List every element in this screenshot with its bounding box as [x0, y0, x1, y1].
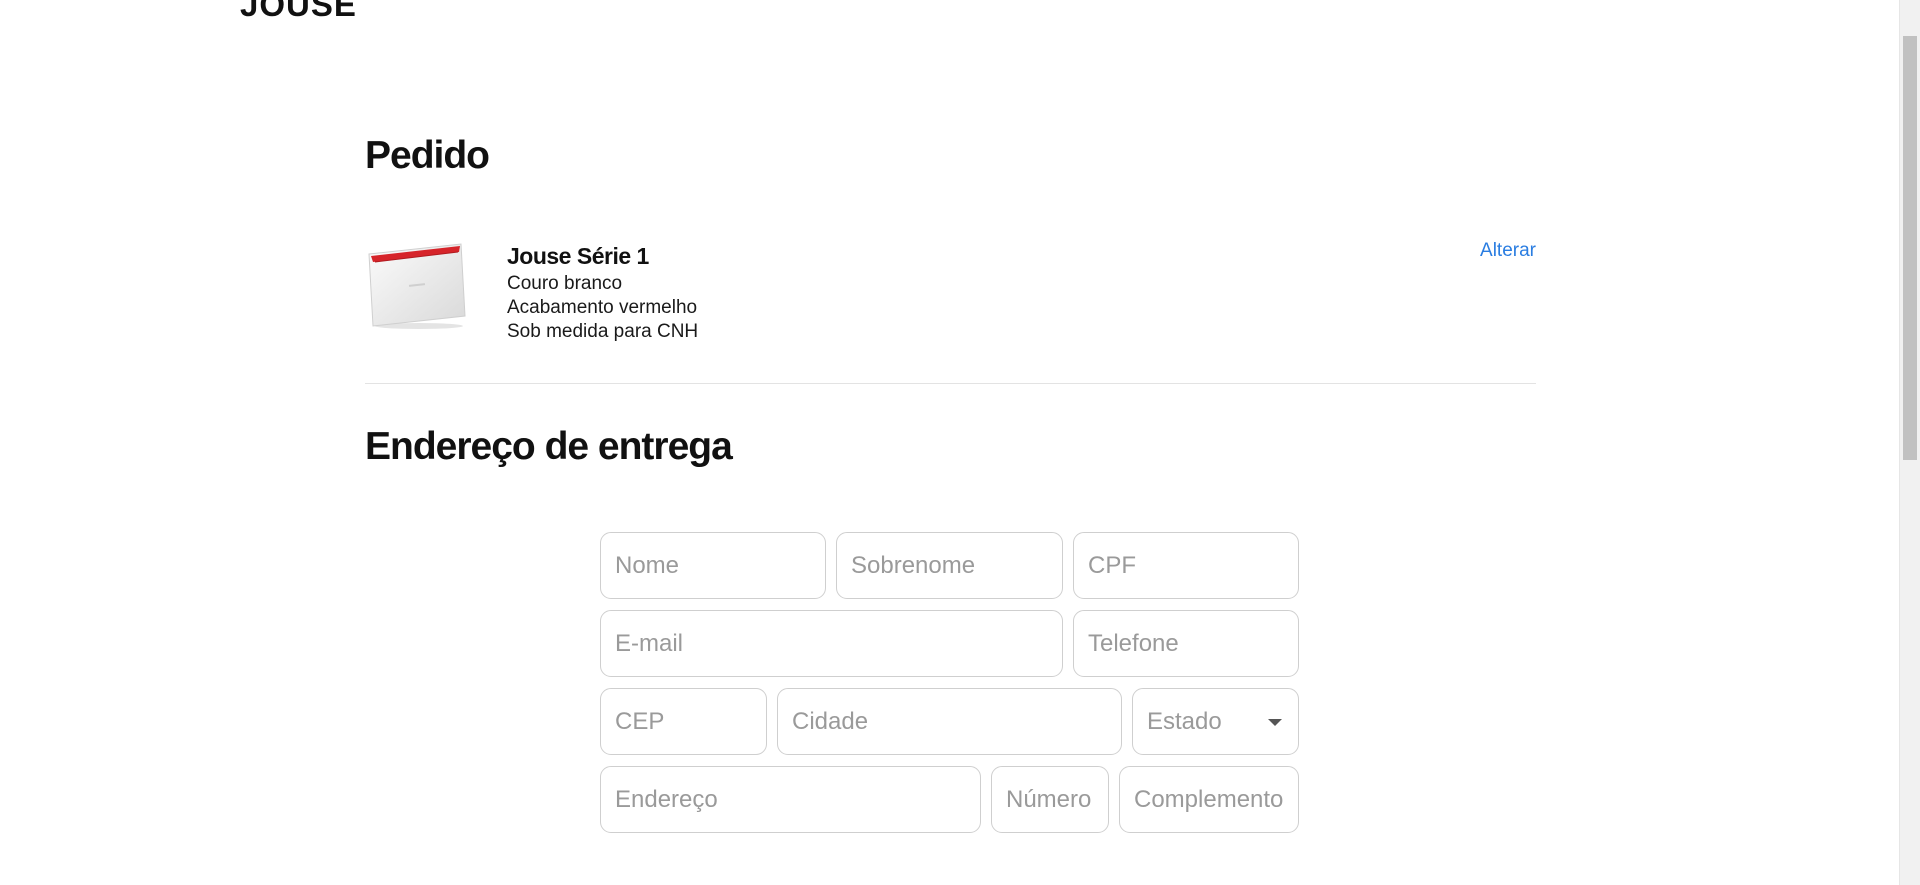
product-detail-size: Sob medida para CNH: [507, 321, 699, 342]
form-row-contact: [600, 610, 1300, 677]
last-name-input[interactable]: [836, 532, 1063, 599]
shipping-form: Estado: [600, 532, 1300, 844]
address-input[interactable]: [600, 766, 981, 833]
checkout-page: JOUSE Pedido Jouse Série 1 Couro branco …: [0, 0, 1900, 885]
order-title: Pedido: [365, 134, 490, 177]
number-input[interactable]: [991, 766, 1109, 833]
page-scrollbar[interactable]: [1899, 0, 1920, 885]
first-name-input[interactable]: [600, 532, 826, 599]
change-order-link[interactable]: Alterar: [1480, 240, 1536, 262]
product-detail-leather: Couro branco: [507, 273, 623, 294]
state-select[interactable]: Estado: [1132, 688, 1299, 755]
city-input[interactable]: [777, 688, 1122, 755]
order-item: Jouse Série 1 Couro branco Acabamento ve…: [365, 236, 1536, 342]
complement-input[interactable]: [1119, 766, 1299, 833]
scrollbar-thumb[interactable]: [1903, 36, 1917, 460]
form-row-address: [600, 766, 1300, 833]
section-divider: [365, 383, 1536, 384]
product-image: [368, 243, 466, 329]
shipping-title: Endereço de entrega: [365, 425, 733, 468]
cep-input[interactable]: [600, 688, 767, 755]
product-detail-finish: Acabamento vermelho: [507, 297, 698, 318]
cpf-input[interactable]: [1073, 532, 1299, 599]
product-info: Jouse Série 1 Couro branco Acabamento ve…: [507, 242, 698, 344]
email-input[interactable]: [600, 610, 1063, 677]
chevron-down-icon: [1268, 719, 1282, 726]
product-name: Jouse Série 1: [507, 243, 649, 269]
form-row-location: Estado: [600, 688, 1300, 755]
phone-input[interactable]: [1073, 610, 1299, 677]
form-row-name: [600, 532, 1300, 599]
state-select-value: Estado: [1147, 707, 1222, 735]
brand-logo[interactable]: JOUSE: [240, 0, 357, 24]
